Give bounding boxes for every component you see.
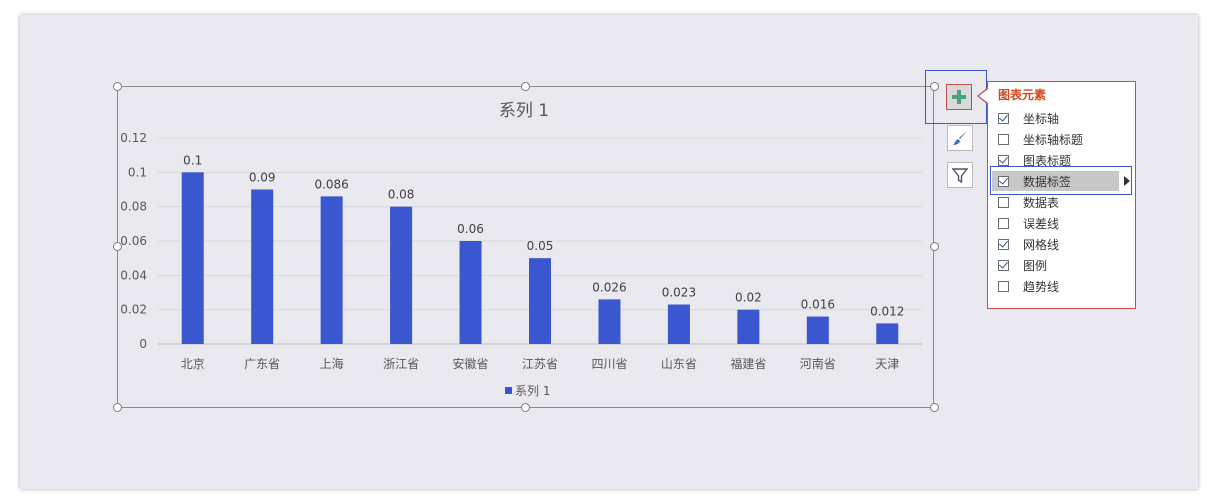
chart-styles-button[interactable] [947, 125, 973, 151]
chart-elements-button[interactable] [946, 84, 972, 110]
checkbox[interactable] [998, 238, 1009, 250]
checkbox[interactable] [998, 259, 1009, 271]
option-label: 坐标轴标题 [1023, 132, 1084, 147]
option-label: 数据表 [1023, 195, 1060, 210]
option-label: 误差线 [1023, 216, 1060, 231]
chart-element-option[interactable]: 数据表 [998, 192, 1126, 212]
panel-title: 图表元素 [998, 88, 1047, 102]
chart-filters-button[interactable] [947, 162, 973, 188]
filter-icon [951, 168, 969, 184]
paintbrush-icon [953, 131, 967, 145]
chart-element-option[interactable]: 坐标轴标题 [998, 129, 1126, 149]
plus-icon [952, 90, 966, 104]
option-label: 坐标轴 [1023, 111, 1060, 126]
panel-pointer-fill [979, 89, 988, 103]
resize-handle-top-left[interactable] [113, 82, 122, 91]
chart-element-option[interactable]: 趋势线 [998, 276, 1126, 296]
chart-element-option[interactable]: 图例 [998, 255, 1126, 275]
chart-element-option[interactable]: 误差线 [998, 213, 1126, 233]
checkbox[interactable] [998, 196, 1009, 208]
resize-handle-left[interactable] [113, 242, 122, 251]
option-label: 网格线 [1023, 237, 1060, 252]
checkbox[interactable] [998, 112, 1009, 124]
option-label: 趋势线 [1023, 279, 1060, 294]
chart-element-option[interactable]: 网格线 [998, 234, 1126, 254]
resize-handle-bottom[interactable] [521, 403, 530, 412]
checkbox[interactable] [998, 154, 1009, 166]
resize-handle-bottom-left[interactable] [113, 403, 122, 412]
chart-element-option[interactable]: 坐标轴 [998, 108, 1126, 128]
resize-handle-top[interactable] [521, 82, 530, 91]
option-label: 图例 [1023, 258, 1048, 273]
resize-handle-bottom-right[interactable] [930, 403, 939, 412]
checkbox[interactable] [998, 133, 1009, 145]
chart-frame[interactable] [117, 86, 934, 408]
checkbox[interactable] [998, 217, 1009, 229]
chart-elements-panel: 图表元素 坐标轴 坐标轴标题 图表标题 数据标签 数据表 误差线 网格线 图例 趋势线 [987, 81, 1136, 309]
checkbox[interactable] [998, 280, 1009, 292]
hover-outline [990, 166, 1132, 195]
resize-handle-right[interactable] [930, 242, 939, 251]
